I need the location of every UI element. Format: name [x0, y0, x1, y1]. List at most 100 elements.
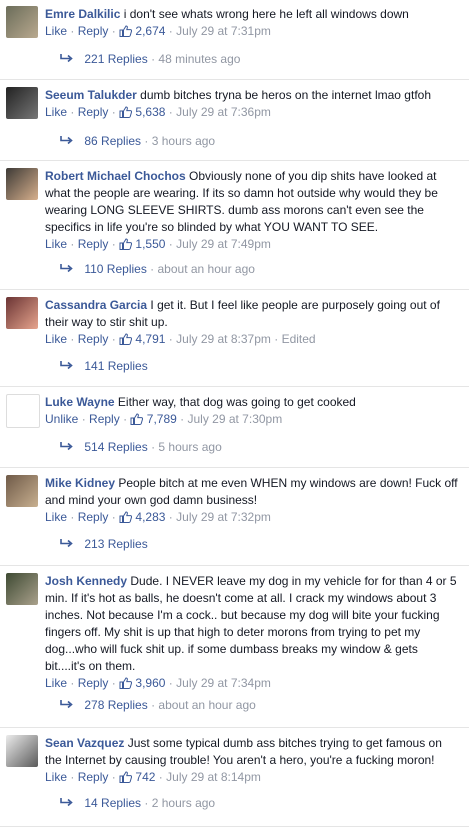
replies-row[interactable]: 221 Replies · 48 minutes ago: [60, 51, 240, 68]
author-name[interactable]: Luke Wayne: [45, 395, 115, 409]
avatar[interactable]: [6, 87, 38, 119]
comment-timestamp[interactable]: July 29 at 7:30pm: [187, 412, 282, 426]
separator: ·: [111, 24, 120, 38]
comment: Seeum Talukder dumb bitches tryna be her…: [0, 81, 469, 161]
avatar[interactable]: [6, 475, 38, 507]
comment-timestamp[interactable]: July 29 at 8:37pm: [176, 332, 271, 346]
avatar[interactable]: [6, 6, 38, 38]
like-count[interactable]: 2,674: [135, 24, 165, 38]
avatar[interactable]: [6, 394, 40, 428]
like-count[interactable]: 1,550: [135, 237, 165, 251]
replies-row[interactable]: 141 Replies: [60, 358, 148, 375]
edited-label[interactable]: Edited: [282, 332, 316, 346]
comment-timestamp[interactable]: July 29 at 7:34pm: [176, 676, 271, 690]
comment-body: Josh Kennedy Dude. I NEVER leave my dog …: [45, 573, 461, 692]
reply-arrow-icon: [60, 539, 73, 548]
replies-link[interactable]: 221 Replies: [84, 52, 147, 66]
replies-row[interactable]: 278 Replies · about an hour ago: [60, 697, 256, 714]
replies-row[interactable]: 110 Replies · about an hour ago: [60, 261, 255, 278]
like-link[interactable]: Like: [45, 237, 67, 251]
reply-link[interactable]: Reply: [78, 510, 109, 524]
avatar[interactable]: [6, 573, 38, 605]
reply-link[interactable]: Reply: [78, 332, 109, 346]
comment-body: Cassandra Garcia I get it. But I feel li…: [45, 297, 461, 348]
comment-content: Emre Dalkilic i don't see whats wrong he…: [45, 6, 461, 23]
separator: ·: [123, 412, 131, 426]
comment-body: Emre Dalkilic i don't see whats wrong he…: [45, 6, 461, 40]
reply-arrow-icon: [60, 54, 73, 63]
comment-body: Luke Wayne Either way, that dog was goin…: [45, 394, 461, 428]
replies-link[interactable]: 141 Replies: [84, 359, 147, 373]
replies-link[interactable]: 213 Replies: [84, 537, 147, 551]
replies-link[interactable]: 514 Replies: [84, 440, 147, 454]
author-name[interactable]: Cassandra Garcia: [45, 298, 147, 312]
comment-text: i don't see whats wrong here he left all…: [123, 7, 409, 21]
replies-link[interactable]: 86 Replies: [84, 134, 141, 148]
comment-timestamp[interactable]: July 29 at 7:32pm: [176, 510, 271, 524]
like-count[interactable]: 4,791: [135, 332, 165, 346]
like-link[interactable]: Like: [45, 510, 67, 524]
like-count[interactable]: 3,960: [135, 676, 165, 690]
replies-row[interactable]: 213 Replies: [60, 536, 148, 553]
separator: ·: [111, 105, 120, 119]
comment-timestamp[interactable]: July 29 at 7:49pm: [176, 237, 271, 251]
like-link[interactable]: Like: [45, 332, 67, 346]
replies-time: · about an hour ago: [151, 698, 256, 712]
reply-arrow-icon: [60, 264, 73, 273]
author-name[interactable]: Robert Michael Chochos: [45, 169, 186, 183]
comment-content: Cassandra Garcia I get it. But I feel li…: [45, 297, 461, 331]
like-count[interactable]: 742: [135, 770, 155, 784]
comment-actions: Like · Reply · 4,283 · July 29 at 7:32pm…: [45, 509, 461, 526]
reply-arrow-icon: [60, 798, 73, 807]
comment: Robert Michael Chochos Obviously none of…: [0, 162, 469, 290]
like-link[interactable]: Like: [45, 676, 67, 690]
author-name[interactable]: Sean Vazquez: [45, 736, 124, 750]
comment-timestamp[interactable]: July 29 at 8:14pm: [166, 770, 261, 784]
like-count[interactable]: 7,789: [147, 412, 177, 426]
separator: ·: [111, 676, 120, 690]
like-link[interactable]: Unlike: [45, 412, 78, 426]
separator: ·: [70, 510, 78, 524]
replies-row[interactable]: 86 Replies · 3 hours ago: [60, 133, 215, 150]
like-link[interactable]: Like: [45, 770, 67, 784]
like-count[interactable]: 5,638: [135, 105, 165, 119]
like-link[interactable]: Like: [45, 24, 67, 38]
avatar[interactable]: [6, 168, 38, 200]
reply-link[interactable]: Reply: [89, 412, 120, 426]
reply-link[interactable]: Reply: [78, 770, 109, 784]
reply-arrow-icon: [60, 361, 73, 370]
avatar[interactable]: [6, 735, 38, 767]
separator: ·: [111, 770, 120, 784]
replies-link[interactable]: 110 Replies: [84, 262, 146, 276]
author-name[interactable]: Josh Kennedy: [45, 574, 127, 588]
author-name[interactable]: Mike Kidney: [45, 476, 115, 490]
reply-link[interactable]: Reply: [78, 24, 109, 38]
comment-text: Dude. I NEVER leave my dog in my vehicle…: [45, 574, 457, 673]
replies-row[interactable]: 14 Replies · 2 hours ago: [60, 795, 215, 812]
comment: Sean Vazquez Just some typical dumb ass …: [0, 729, 469, 827]
comment-body: Sean Vazquez Just some typical dumb ass …: [45, 735, 461, 786]
author-name[interactable]: Seeum Talukder: [45, 88, 137, 102]
like-link[interactable]: Like: [45, 105, 67, 119]
comment-content: Robert Michael Chochos Obviously none of…: [45, 168, 461, 236]
reply-link[interactable]: Reply: [78, 237, 109, 251]
separator: ·: [81, 412, 90, 426]
replies-link[interactable]: 278 Replies: [84, 698, 147, 712]
comment-body: Robert Michael Chochos Obviously none of…: [45, 168, 461, 253]
comment: Josh Kennedy Dude. I NEVER leave my dog …: [0, 567, 469, 728]
replies-time: · 48 minutes ago: [151, 52, 241, 66]
reply-link[interactable]: Reply: [78, 676, 109, 690]
like-count[interactable]: 4,283: [135, 510, 165, 524]
thumbs-up-icon: [130, 413, 144, 425]
author-name[interactable]: Emre Dalkilic: [45, 7, 120, 21]
replies-time: · about an hour ago: [150, 262, 255, 276]
replies-row[interactable]: 514 Replies · 5 hours ago: [60, 439, 222, 456]
replies-link[interactable]: 14 Replies: [84, 796, 141, 810]
reply-link[interactable]: Reply: [78, 105, 109, 119]
thumbs-up-icon: [119, 25, 133, 37]
comment: Emre Dalkilic i don't see whats wrong he…: [0, 0, 469, 80]
avatar[interactable]: [6, 297, 38, 329]
comment-timestamp[interactable]: July 29 at 7:36pm: [176, 105, 271, 119]
thumbs-up-icon: [119, 771, 133, 783]
comment-timestamp[interactable]: July 29 at 7:31pm: [176, 24, 271, 38]
